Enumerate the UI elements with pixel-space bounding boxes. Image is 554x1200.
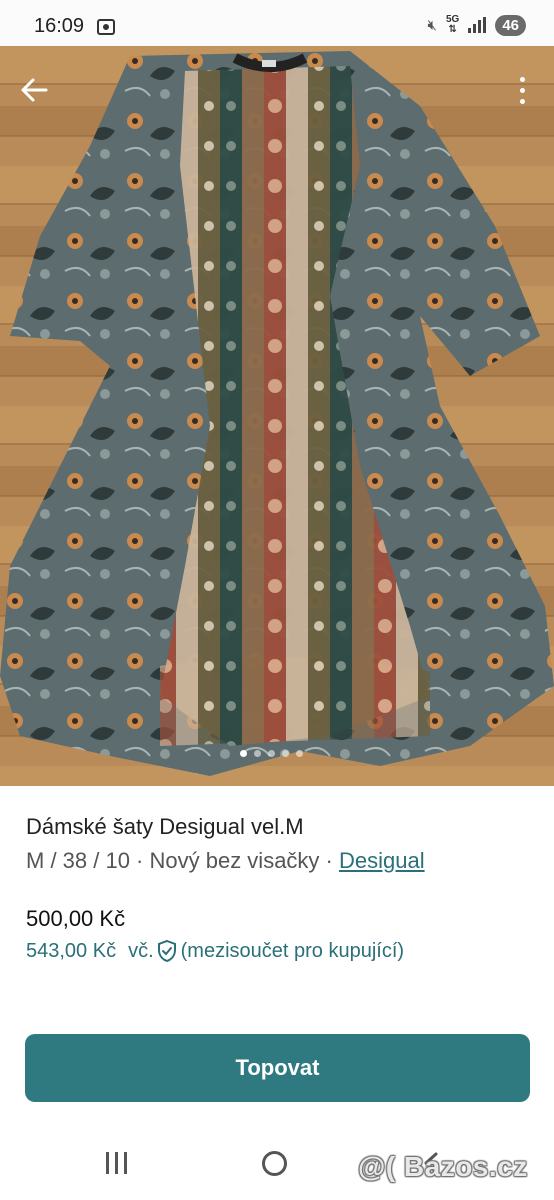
home-button[interactable]	[262, 1151, 287, 1176]
listing-meta: M / 38 / 10 · Nový bez visačky · Desigua…	[26, 848, 425, 874]
5g-icon: 5G ⇅	[445, 14, 460, 35]
pager-dot-active[interactable]	[240, 750, 247, 757]
more-dot-icon	[519, 87, 525, 93]
product-photo[interactable]	[0, 46, 554, 786]
status-bar: 16:09 🔇︎ 5G ⇅ 46	[0, 0, 554, 46]
pager-dot[interactable]	[296, 750, 303, 757]
buyer-price: 543,00 Kč	[26, 939, 117, 962]
buyer-price-note: (mezisoučet pro kupující)	[180, 939, 405, 962]
back-button[interactable]	[14, 68, 54, 112]
pager-dot[interactable]	[254, 750, 261, 757]
recents-button[interactable]	[106, 1152, 127, 1174]
bazos-watermark: @( Bazos.cz	[358, 1151, 528, 1182]
buyer-price-prefix: vč.	[128, 939, 154, 962]
more-options-button[interactable]	[510, 70, 534, 110]
listing-price: 500,00 Kč	[26, 906, 126, 931]
shield-check-icon[interactable]	[156, 939, 178, 963]
dress-image	[0, 46, 554, 786]
status-indicators: 🔇︎ 5G ⇅ 46	[428, 14, 526, 36]
brand-link[interactable]: Desigual	[339, 848, 425, 873]
pager-dot[interactable]	[268, 750, 275, 757]
more-dot-icon	[519, 98, 525, 104]
mute-icon: 🔇︎	[427, 16, 437, 34]
listing-attributes: M / 38 / 10 · Nový bez visačky ·	[26, 848, 339, 873]
listing-title: Dámské šaty Desigual vel.M	[26, 814, 304, 839]
battery-badge: 46	[495, 14, 526, 36]
gallery-pager[interactable]	[240, 750, 303, 757]
status-time: 16:09	[34, 15, 85, 37]
buyer-price-row: 543,00 Kč vč. (mezisoučet pro kupující)	[26, 938, 404, 964]
topovat-button[interactable]: Topovat	[25, 1034, 530, 1102]
pager-dot[interactable]	[282, 750, 289, 757]
arrow-left-icon	[21, 78, 48, 102]
signal-icon	[468, 17, 487, 33]
more-dot-icon	[519, 76, 525, 82]
network-label: 5G	[445, 14, 460, 25]
screen-record-icon	[97, 19, 115, 35]
